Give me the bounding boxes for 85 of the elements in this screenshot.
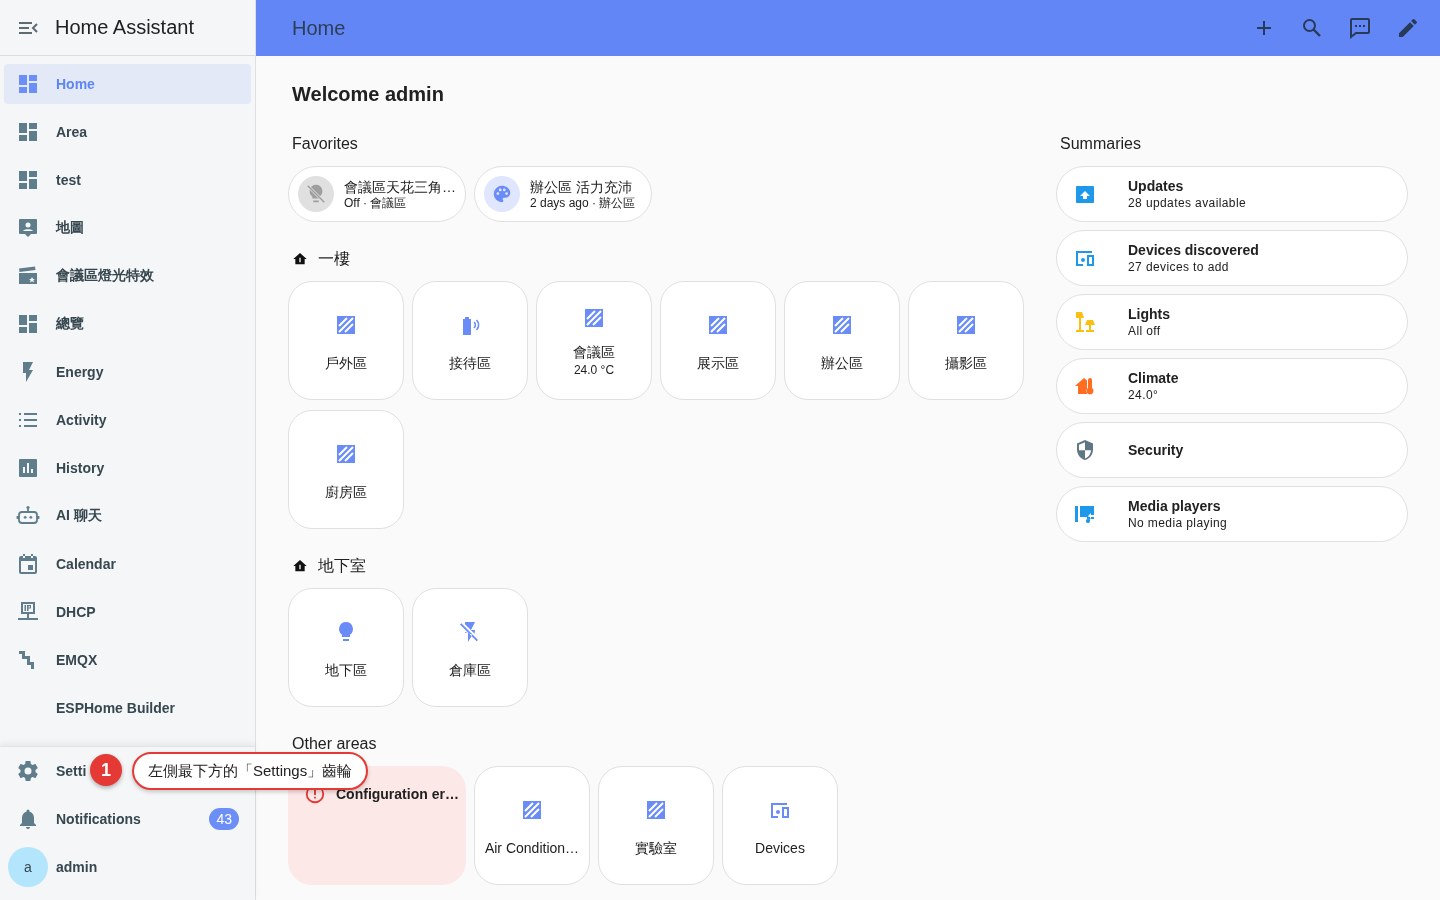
summary-detail: All off <box>1128 323 1162 339</box>
section-title: Other areas <box>292 735 377 753</box>
striped-square-icon <box>520 798 544 822</box>
summary-title: Lights <box>1128 305 1170 323</box>
summary-detail: 27 devices to add <box>1128 259 1230 275</box>
summary-card[interactable]: Climate 24.0° <box>1056 358 1408 414</box>
sidebar-item[interactable]: test <box>4 160 251 200</box>
house-icon <box>292 558 308 574</box>
sidebar-item[interactable]: Calendar <box>4 544 251 584</box>
area-name: 會議區 <box>573 344 615 362</box>
bulb-off-icon <box>305 183 327 205</box>
sidebar-item[interactable]: Activity <box>4 400 251 440</box>
map-pin-person-icon <box>16 216 40 240</box>
summary-card[interactable]: Lights All off <box>1056 294 1408 350</box>
sidebar-item[interactable]: History <box>4 448 251 488</box>
chip-subtitle: 2 days ago · 辦公區 <box>530 195 636 211</box>
striped-square-icon <box>644 798 668 822</box>
pencil-icon <box>1396 16 1420 40</box>
area-card[interactable]: 倉庫區 <box>412 588 528 707</box>
section-title: 一樓 <box>318 248 350 269</box>
lamps-icon <box>1073 310 1097 334</box>
chip-subtitle: Off · 會議區 <box>344 195 408 211</box>
area-card[interactable]: 廚房區 <box>288 410 404 529</box>
settings-icon <box>16 759 40 783</box>
favorite-chip[interactable]: 辦公區 活力充沛 2 days ago · 辦公區 <box>474 166 652 222</box>
section-title: 地下室 <box>318 555 366 576</box>
summary-card[interactable]: Media players No media playing <box>1056 486 1408 542</box>
sidebar-item[interactable]: ESPHome Builder <box>4 688 251 728</box>
area-card[interactable]: 接待區 <box>412 281 528 400</box>
sidebar-item[interactable]: 總覽 <box>4 304 251 344</box>
house-icon <box>292 251 308 267</box>
chat-icon <box>1348 16 1372 40</box>
striped-square-icon <box>954 313 978 337</box>
striped-square-icon <box>582 306 606 330</box>
striped-square-icon <box>334 442 358 466</box>
area-card[interactable]: 地下區 <box>288 588 404 707</box>
summary-title: Climate <box>1128 369 1179 387</box>
summary-detail: 28 updates available <box>1128 195 1247 211</box>
striped-square-icon <box>334 313 358 337</box>
area-card[interactable]: 辦公區 <box>784 281 900 400</box>
sidebar-item[interactable]: EMQX <box>4 640 251 680</box>
summary-card[interactable]: Security <box>1056 422 1408 478</box>
area-card[interactable]: 攝影區 <box>908 281 1024 400</box>
summary-card[interactable]: Updates 28 updates available <box>1056 166 1408 222</box>
sidebar-item[interactable]: 會議區燈光特效 <box>4 256 251 296</box>
page-title: Home <box>292 16 346 40</box>
app-title: Home Assistant <box>55 16 194 39</box>
area-card[interactable]: 會議區 24.0 °C <box>536 281 652 400</box>
welcome-heading: Welcome admin <box>292 82 445 107</box>
temperature-reading: 24.0 °C <box>573 363 615 377</box>
summary-title: Devices discovered <box>1128 241 1259 259</box>
striped-square-icon <box>706 313 730 337</box>
area-card[interactable]: 展示區 <box>660 281 776 400</box>
area-card[interactable]: 實驗室 <box>598 766 714 885</box>
favorite-chip[interactable]: 會議區天花三角… Off · 會議區 <box>288 166 466 222</box>
sidebar-item[interactable]: 地圖 <box>4 208 251 248</box>
area-card[interactable]: 戶外區 <box>288 281 404 400</box>
striped-square-icon <box>830 313 854 337</box>
summary-title: Media players <box>1128 497 1222 515</box>
dashboard-icon <box>16 312 40 336</box>
sidebar-item[interactable]: Notifications 43 <box>4 799 251 839</box>
bar-chart-icon <box>16 456 40 480</box>
sidebar-item[interactable]: DHCP <box>4 592 251 632</box>
section-title: Favorites <box>292 135 358 153</box>
sidebar-item[interactable]: Area <box>4 112 251 152</box>
area-card[interactable]: Air Condition… <box>474 766 590 885</box>
chip-title: 辦公區 活力充沛 <box>530 177 633 196</box>
palette-icon <box>491 183 513 205</box>
chip-title: 會議區天花三角… <box>344 177 456 196</box>
area-card[interactable]: Devices <box>722 766 838 885</box>
avatar: a <box>8 847 48 887</box>
sidebar-item[interactable]: AI 聊天 <box>4 496 251 536</box>
summary-detail: No media playing <box>1128 515 1228 531</box>
summary-title: Security <box>1128 441 1184 459</box>
sidebar-item[interactable]: Energy <box>4 352 251 392</box>
summary-detail: 24.0° <box>1128 387 1160 403</box>
dashboard-icon <box>16 72 40 96</box>
summary-card[interactable]: Devices discovered 27 devices to add <box>1056 230 1408 286</box>
calendar-icon <box>16 552 40 576</box>
user-name[interactable]: admin <box>56 859 98 875</box>
section-title: Summaries <box>1060 135 1141 153</box>
count-badge: 43 <box>209 808 239 830</box>
dashboard-icon <box>16 120 40 144</box>
dashboard-icon <box>16 168 40 192</box>
summary-title: Updates <box>1128 177 1185 195</box>
